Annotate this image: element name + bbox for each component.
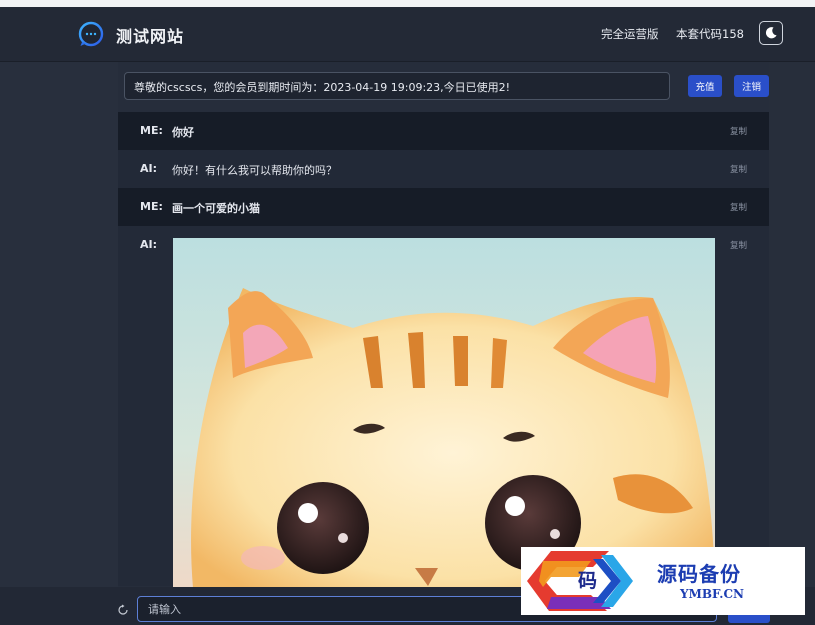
chat-logo-icon[interactable] <box>78 21 104 47</box>
left-gutter <box>0 62 118 625</box>
copy-button[interactable]: 复制 <box>730 201 747 213</box>
message-role: AI: <box>140 238 158 251</box>
logout-button[interactable]: 注销 <box>734 75 769 97</box>
message-text: 你好！有什么我可以帮助你的吗？ <box>172 164 337 177</box>
message-role: ME: <box>140 124 163 137</box>
refresh-icon[interactable] <box>117 604 129 616</box>
message-row: AI: 你好！有什么我可以帮助你的吗？ 复制 <box>118 150 769 188</box>
message-role: AI: <box>140 162 158 175</box>
watermark-char: 码 <box>578 570 598 592</box>
generated-cat-image[interactable] <box>173 238 715 588</box>
message-row: ME: 你好 复制 <box>118 112 769 150</box>
membership-notice: 尊敬的cscscs，您的会员到期时间为：2023-04-19 19:09:23,… <box>124 72 670 100</box>
copy-button[interactable]: 复制 <box>730 163 747 175</box>
theme-toggle-button[interactable] <box>759 21 783 45</box>
watermark-text: 源码备份 <box>657 562 741 586</box>
moon-icon <box>765 27 777 39</box>
message-role: ME: <box>140 200 163 213</box>
nav-code-price[interactable]: 本套代码158 <box>676 26 744 42</box>
watermark-domain: YMBF.CN <box>680 587 745 601</box>
right-gutter <box>769 62 815 625</box>
copy-button[interactable]: 复制 <box>730 125 747 137</box>
message-text: 你好 <box>172 126 194 139</box>
nav-full-version[interactable]: 完全运营版 <box>601 26 659 42</box>
top-strip <box>0 0 815 7</box>
recharge-button[interactable]: 充值 <box>688 75 722 97</box>
site-header: 测试网站 完全运营版 本套代码158 <box>0 7 815 62</box>
message-text: 画一个可爱的小猫 <box>172 202 260 215</box>
site-title[interactable]: 测试网站 <box>116 23 184 47</box>
copy-button[interactable]: 复制 <box>730 239 747 251</box>
message-row: ME: 画一个可爱的小猫 复制 <box>118 188 769 226</box>
